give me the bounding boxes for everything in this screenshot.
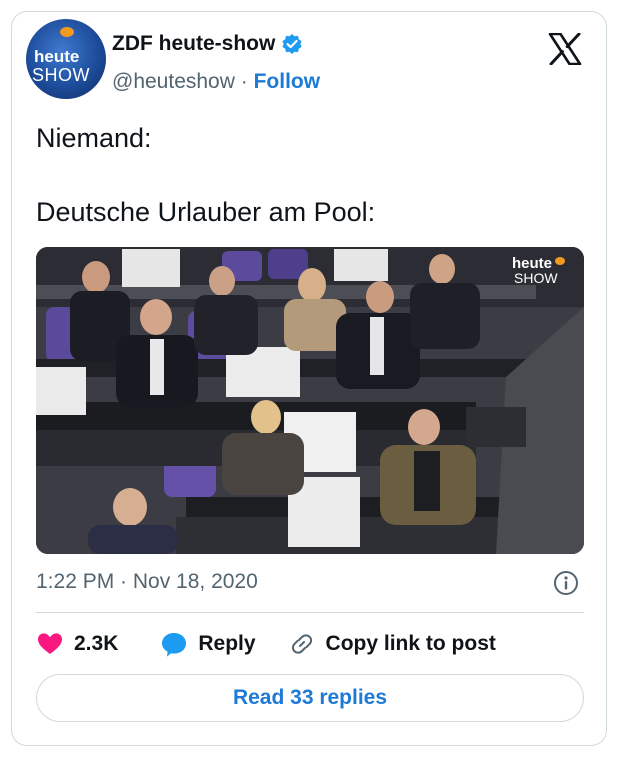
tweet-timestamp[interactable]: 1:22 PM · Nov 18, 2020 [36, 570, 258, 594]
copy-link-button[interactable]: Copy link to post [288, 630, 496, 658]
tweet-actions: 2.3K Reply Copy link to post [36, 627, 496, 661]
tweet-text: Niemand: Deutsche Urlauber am Pool: [36, 123, 376, 227]
reply-bubble-icon [162, 633, 187, 657]
zdf-watermark-icon [555, 257, 565, 265]
zdf-logo-icon [60, 27, 74, 37]
link-icon [291, 634, 312, 654]
author-handle[interactable]: @heuteshow [112, 70, 235, 93]
parliament-photo: heute SHOW [36, 247, 584, 554]
copy-link-label: Copy link to post [325, 632, 496, 655]
handle-separator: · [240, 70, 248, 93]
reply-label: Reply [198, 632, 256, 655]
heart-icon [38, 633, 62, 654]
info-icon[interactable] [553, 570, 579, 596]
tweet-media-image[interactable]: heute SHOW [36, 247, 584, 554]
read-replies-button[interactable]: Read 33 replies [36, 674, 584, 722]
author-name-row: ZDF heute-show [112, 32, 303, 56]
author-name[interactable]: ZDF heute-show [112, 32, 275, 56]
follow-button[interactable]: Follow [254, 70, 321, 93]
like-count: 2.3K [74, 632, 119, 655]
media-watermark-line2: SHOW [514, 270, 558, 286]
read-replies-label: Read 33 replies [232, 686, 388, 709]
like-button[interactable]: 2.3K [36, 630, 118, 658]
divider [36, 612, 584, 613]
x-logo-icon[interactable] [548, 33, 582, 65]
verified-badge-icon [282, 34, 302, 54]
author-handle-row: @heuteshow · Follow [112, 70, 320, 94]
avatar-text-line2: SHOW [32, 65, 90, 85]
author-avatar[interactable]: heute SHOW [26, 19, 106, 99]
avatar-text-line1: heute [34, 47, 80, 66]
reply-button[interactable]: Reply [160, 630, 256, 658]
